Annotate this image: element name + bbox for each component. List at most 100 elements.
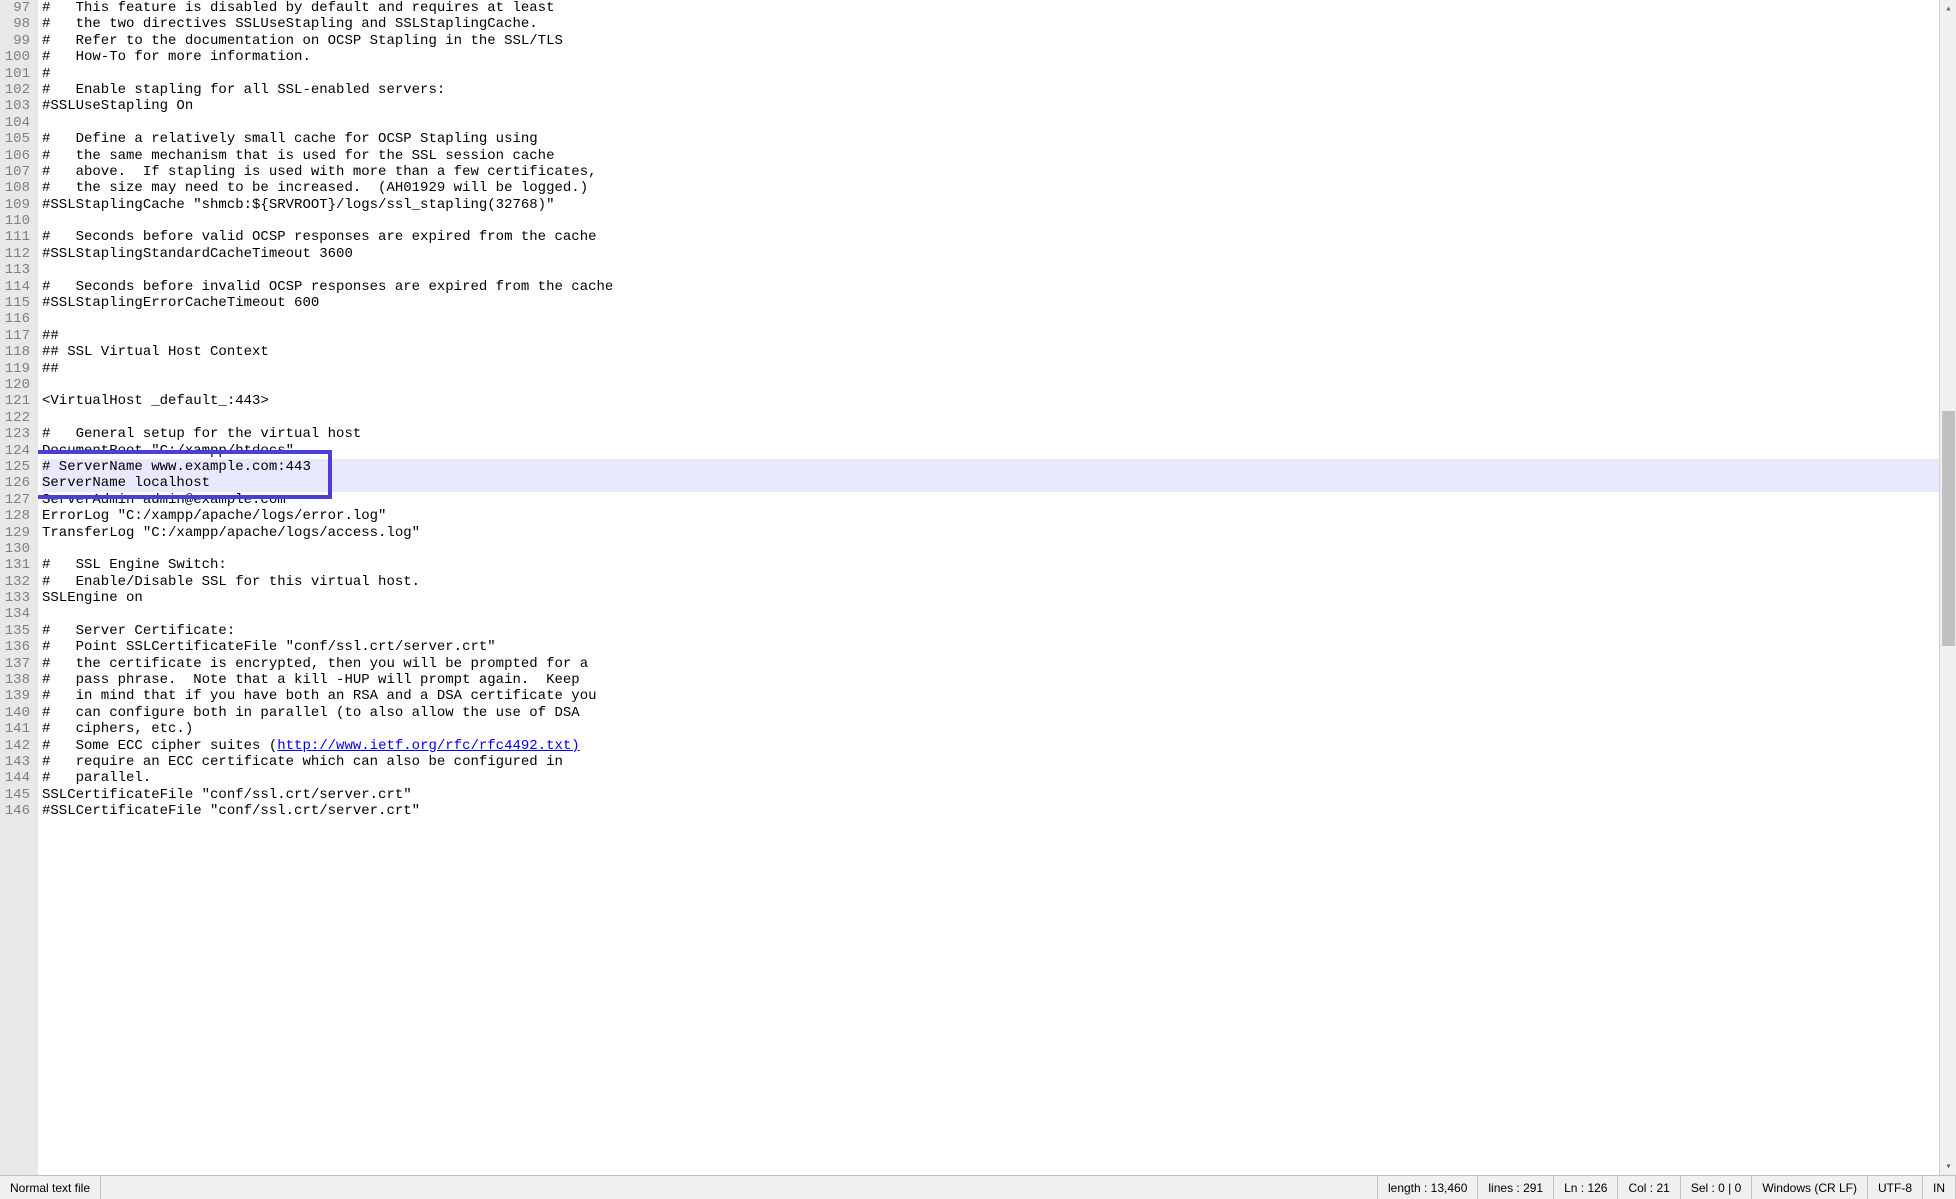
- code-line[interactable]: [42, 410, 1939, 426]
- code-line[interactable]: # above. If stapling is used with more t…: [42, 164, 1939, 180]
- code-line[interactable]: #: [42, 66, 1939, 82]
- line-number: 103: [4, 98, 30, 114]
- code-line[interactable]: # ciphers, etc.): [42, 721, 1939, 737]
- line-number: 145: [4, 787, 30, 803]
- code-line[interactable]: # Seconds before invalid OCSP responses …: [42, 279, 1939, 295]
- scroll-thumb[interactable]: [1942, 411, 1955, 646]
- code-line[interactable]: #SSLUseStapling On: [42, 98, 1939, 114]
- code-line[interactable]: #SSLStaplingCache "shmcb:${SRVROOT}/logs…: [42, 197, 1939, 213]
- code-line[interactable]: SSLEngine on: [42, 590, 1939, 606]
- code-line[interactable]: ServerAdmin admin@example.com: [42, 492, 1939, 508]
- code-line[interactable]: # require an ECC certificate which can a…: [42, 754, 1939, 770]
- line-number: 128: [4, 508, 30, 524]
- code-line[interactable]: # SSL Engine Switch:: [42, 557, 1939, 573]
- status-eol: Windows (CR LF): [1752, 1176, 1868, 1199]
- code-line[interactable]: <VirtualHost _default_:443>: [42, 393, 1939, 409]
- code-line[interactable]: [42, 606, 1939, 622]
- code-line[interactable]: # the same mechanism that is used for th…: [42, 148, 1939, 164]
- code-line[interactable]: [42, 262, 1939, 278]
- line-number: 146: [4, 803, 30, 819]
- code-line[interactable]: # in mind that if you have both an RSA a…: [42, 688, 1939, 704]
- line-number: 130: [4, 541, 30, 557]
- line-number: 106: [4, 148, 30, 164]
- line-number: 108: [4, 180, 30, 196]
- line-number: 125: [4, 459, 30, 475]
- code-line[interactable]: #SSLCertificateFile "conf/ssl.crt/server…: [42, 803, 1939, 819]
- code-line[interactable]: # How-To for more information.: [42, 49, 1939, 65]
- status-col: Col : 21: [1618, 1176, 1680, 1199]
- line-number: 136: [4, 639, 30, 655]
- line-number: 120: [4, 377, 30, 393]
- code-line[interactable]: # Enable stapling for all SSL-enabled se…: [42, 82, 1939, 98]
- code-line[interactable]: # Server Certificate:: [42, 623, 1939, 639]
- line-number: 133: [4, 590, 30, 606]
- code-line[interactable]: TransferLog "C:/xampp/apache/logs/access…: [42, 525, 1939, 541]
- code-line[interactable]: # This feature is disabled by default an…: [42, 0, 1939, 16]
- code-line[interactable]: DocumentRoot "C:/xampp/htdocs": [42, 443, 1939, 459]
- status-lines: lines : 291: [1478, 1176, 1554, 1199]
- line-number: 111: [4, 229, 30, 245]
- code-line[interactable]: # the size may need to be increased. (AH…: [42, 180, 1939, 196]
- editor-area[interactable]: 9798991001011021031041051061071081091101…: [0, 0, 1956, 1175]
- line-number: 127: [4, 492, 30, 508]
- code-line[interactable]: # can configure both in parallel (to als…: [42, 705, 1939, 721]
- line-number: 142: [4, 738, 30, 754]
- code-line[interactable]: ServerName localhost: [42, 475, 1939, 491]
- status-encoding: UTF-8: [1868, 1176, 1923, 1199]
- line-number: 101: [4, 66, 30, 82]
- vertical-scrollbar[interactable]: ▴ ▾: [1939, 0, 1956, 1175]
- code-line[interactable]: # parallel.: [42, 770, 1939, 786]
- url-link[interactable]: http://www.ietf.org/rfc/rfc4492.txt): [277, 738, 579, 754]
- status-ln: Ln : 126: [1554, 1176, 1618, 1199]
- line-number: 141: [4, 721, 30, 737]
- code-line[interactable]: # Enable/Disable SSL for this virtual ho…: [42, 574, 1939, 590]
- code-line[interactable]: [42, 115, 1939, 131]
- code-line[interactable]: [42, 541, 1939, 557]
- code-line[interactable]: [42, 311, 1939, 327]
- line-number: 102: [4, 82, 30, 98]
- code-line[interactable]: SSLCertificateFile "conf/ssl.crt/server.…: [42, 787, 1939, 803]
- line-number: 139: [4, 688, 30, 704]
- line-number: 98: [4, 16, 30, 32]
- code-line[interactable]: # Some ECC cipher suites (http://www.iet…: [42, 738, 1939, 754]
- status-sel: Sel : 0 | 0: [1681, 1176, 1752, 1199]
- code-line[interactable]: # Point SSLCertificateFile "conf/ssl.crt…: [42, 639, 1939, 655]
- code-line[interactable]: # pass phrase. Note that a kill -HUP wil…: [42, 672, 1939, 688]
- line-number: 129: [4, 525, 30, 541]
- line-number: 134: [4, 606, 30, 622]
- code-line[interactable]: #SSLStaplingErrorCacheTimeout 600: [42, 295, 1939, 311]
- code-line[interactable]: #SSLStaplingStandardCacheTimeout 3600: [42, 246, 1939, 262]
- line-number: 112: [4, 246, 30, 262]
- code-line[interactable]: # Define a relatively small cache for OC…: [42, 131, 1939, 147]
- line-number: 117: [4, 328, 30, 344]
- code-line[interactable]: ## SSL Virtual Host Context: [42, 344, 1939, 360]
- line-number: 118: [4, 344, 30, 360]
- line-number-gutter[interactable]: 9798991001011021031041051061071081091101…: [0, 0, 38, 1175]
- line-number: 144: [4, 770, 30, 786]
- scroll-down-arrow[interactable]: ▾: [1940, 1158, 1956, 1175]
- status-file-type: Normal text file: [0, 1176, 101, 1199]
- code-line[interactable]: ErrorLog "C:/xampp/apache/logs/error.log…: [42, 508, 1939, 524]
- status-ins: IN: [1923, 1176, 1956, 1199]
- code-line[interactable]: # Seconds before valid OCSP responses ar…: [42, 229, 1939, 245]
- code-line[interactable]: # the certificate is encrypted, then you…: [42, 656, 1939, 672]
- line-number: 113: [4, 262, 30, 278]
- code-line[interactable]: [42, 377, 1939, 393]
- scroll-up-arrow[interactable]: ▴: [1940, 0, 1956, 17]
- line-number: 115: [4, 295, 30, 311]
- line-number: 123: [4, 426, 30, 442]
- code-line[interactable]: # ServerName www.example.com:443: [42, 459, 1939, 475]
- line-number: 107: [4, 164, 30, 180]
- code-line[interactable]: # General setup for the virtual host: [42, 426, 1939, 442]
- line-number: 109: [4, 197, 30, 213]
- line-number: 143: [4, 754, 30, 770]
- code-line[interactable]: [42, 213, 1939, 229]
- code-line[interactable]: ##: [42, 328, 1939, 344]
- line-number: 104: [4, 115, 30, 131]
- code-line[interactable]: # Refer to the documentation on OCSP Sta…: [42, 33, 1939, 49]
- code-line[interactable]: # the two directives SSLUseStapling and …: [42, 16, 1939, 32]
- line-number: 122: [4, 410, 30, 426]
- code-area[interactable]: # This feature is disabled by default an…: [38, 0, 1939, 1175]
- code-line[interactable]: ##: [42, 361, 1939, 377]
- line-number: 137: [4, 656, 30, 672]
